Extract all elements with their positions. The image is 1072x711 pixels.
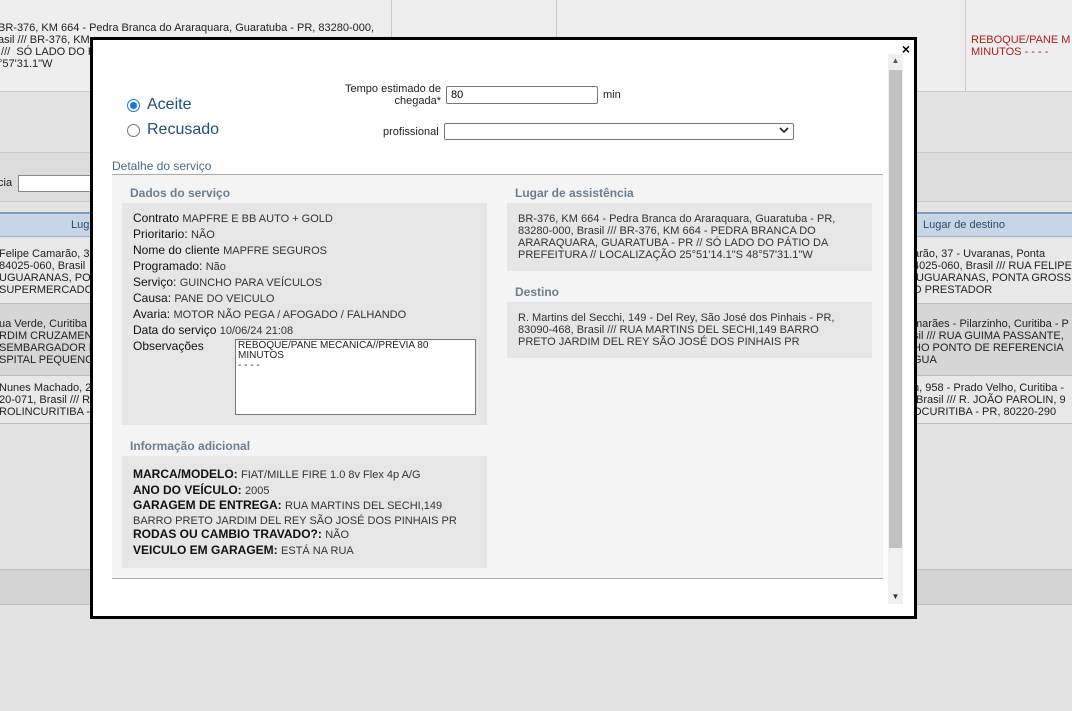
bg-filter-input[interactable] <box>18 175 98 192</box>
field-data: Data do serviço 10/06/24 21:08 <box>133 323 294 337</box>
bg-top-observation: REBOQUE/PANE M MINUTOS - - - - <box>971 34 1071 58</box>
field-avaria: Avaria: MOTOR NÃO PEGA / AFOGADO / FALHA… <box>133 307 407 321</box>
profissional-label: profissional <box>383 126 439 138</box>
modal-scrollbar[interactable]: ▲ ▼ <box>888 54 903 604</box>
bg-row-destination: arão, 37 - Uvaranas, Ponta 4025-060, Bra… <box>913 248 1072 296</box>
info-garagem-entrega: GARAGEM DE ENTREGA: RUA MARTINS DEL SECH… <box>133 498 457 527</box>
min-label: min <box>603 89 621 101</box>
info-marca: MARCA/MODELO: FIAT/MILLE FIRE 1.0 8v Fle… <box>133 467 421 481</box>
bg-row-destination: n, 958 - Prado Velho, Curitiba - Brasil … <box>913 382 1066 418</box>
field-servico: Serviço: GUINCHO PARA VEÍCULOS <box>133 275 322 289</box>
scroll-down-arrow-icon[interactable]: ▼ <box>888 590 903 604</box>
dados-title: Dados do serviço <box>130 186 231 200</box>
bg-row-origin: Felipe Camarão, 3 84025-060, Brasil UGUA… <box>0 248 94 296</box>
radio-refuse-button[interactable] <box>127 123 140 137</box>
bg-row-destination: marães - Pilarzinho, Curitiba - P sil //… <box>913 318 1069 366</box>
tempo-label: Tempo estimado de chegada* <box>345 83 441 107</box>
bg-row-origin: Nunes Machado, 2 20-071, Brasil /// R RO… <box>0 382 92 418</box>
scroll-up-arrow-icon[interactable]: ▲ <box>888 54 903 68</box>
bg-col-destino: Lugar de destino <box>923 219 1005 231</box>
bg-filter-label: cia <box>0 177 13 189</box>
radio-refuse[interactable]: Recusado <box>127 121 219 139</box>
bg-divider <box>965 0 966 92</box>
destino-box: R. Martins del Secchi, 149 - Del Rey, Sã… <box>507 302 872 358</box>
obs-label: Observações <box>133 339 204 353</box>
field-causa: Causa: PANE DO VEICULO <box>133 291 275 305</box>
bg-row-origin: ua Verde, Curitiba RDIM CRUZAMENT SEMBAR… <box>0 318 100 366</box>
radio-refuse-label: Recusado <box>147 121 220 138</box>
bg-col-lugar: Lug <box>71 219 90 231</box>
lugar-address: BR-376, KM 664 - Pedra Branca do Araraqu… <box>518 213 836 261</box>
dados-box: Contrato MAPFRE E BB AUTO + GOLD Priorit… <box>122 203 487 425</box>
destino-address: R. Martins del Secchi, 149 - Del Rey, Sã… <box>518 312 835 348</box>
info-rodas: RODAS OU CAMBIO TRAVADO?: NÃO <box>133 527 350 541</box>
profissional-select[interactable] <box>444 123 794 140</box>
info-box: MARCA/MODELO: FIAT/MILLE FIRE 1.0 8v Fle… <box>122 456 487 568</box>
scroll-thumb[interactable] <box>889 70 902 548</box>
radio-accept-button[interactable] <box>127 98 140 112</box>
radio-accept[interactable]: Aceite <box>127 96 191 114</box>
detail-legend: Detalhe do serviço <box>112 159 212 173</box>
detail-fieldset: Dados do serviço Contrato MAPFRE E BB AU… <box>112 174 883 579</box>
field-contrato: Contrato MAPFRE E BB AUTO + GOLD <box>133 211 333 225</box>
chevron-down-icon <box>779 125 789 138</box>
destino-title: Destino <box>515 285 560 299</box>
radio-accept-label: Aceite <box>147 96 192 113</box>
tempo-input[interactable] <box>446 86 598 104</box>
field-cliente: Nome do cliente MAPFRE SEGUROS <box>133 243 327 257</box>
observacoes-textarea[interactable]: REBOQUE/PANE MECANICA//PRÉVIA 80 MINUTOS… <box>235 339 476 415</box>
lugar-title: Lugar de assistência <box>515 186 634 200</box>
service-modal: × ▲ ▼ Aceite Recusado Tempo estimado de … <box>90 37 917 619</box>
info-veiculo-garagem: VEICULO EM GARAGEM: ESTÁ NA RUA <box>133 543 354 557</box>
lugar-box: BR-376, KM 664 - Pedra Branca do Araraqu… <box>507 203 872 271</box>
info-title: Informação adicional <box>130 439 251 453</box>
info-ano: ANO DO VEÍCULO: 2005 <box>133 483 270 497</box>
field-prioritario: Prioritario: NÃO <box>133 227 215 241</box>
field-programado: Programado: Não <box>133 259 226 273</box>
